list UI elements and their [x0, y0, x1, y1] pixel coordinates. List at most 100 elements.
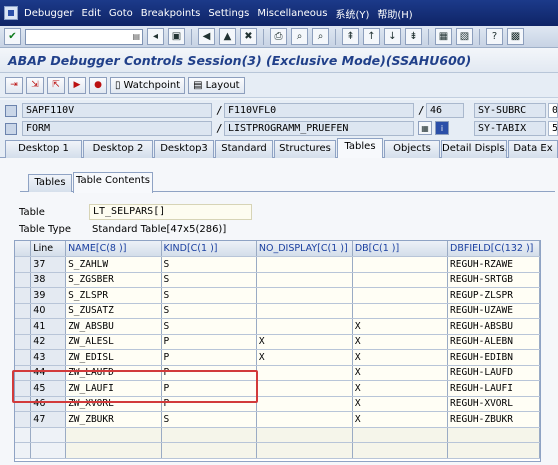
table-row[interactable]: 38 S_ZGSBER S REGUH-SRTGB [15, 272, 540, 288]
cell-dbfield[interactable]: REGUH-XVORL [447, 396, 540, 412]
cell-dbfield[interactable]: REGUH-EDIBN [447, 349, 540, 366]
history-dropdown-icon[interactable]: ◂ [147, 28, 164, 45]
cell-db[interactable]: X [352, 318, 449, 335]
menu-goto[interactable]: Goto [109, 8, 133, 19]
cell-dbfield[interactable]: REGUH-RZAWE [447, 256, 540, 273]
cell-no-display[interactable] [256, 411, 353, 428]
cell-dbfield[interactable]: REGUH-ZBUKR [447, 411, 540, 428]
find-next-icon[interactable]: ⌕ [312, 28, 329, 45]
tab-detail-displs[interactable]: Detail Displs. [441, 140, 507, 158]
back-icon[interactable]: ◀ [198, 28, 215, 45]
cell-name[interactable]: ZW_EDISL [65, 349, 162, 366]
cell-db[interactable] [352, 272, 449, 288]
tab-tables[interactable]: Tables [337, 138, 383, 159]
menu-breakpoints[interactable]: Breakpoints [141, 8, 201, 19]
last-page-icon[interactable]: ⇟ [405, 28, 422, 45]
row-selector[interactable] [15, 334, 32, 350]
cell-dbfield[interactable]: REGUP-ZLSPR [447, 287, 540, 304]
row-selector[interactable] [15, 287, 32, 304]
row-selector[interactable] [15, 303, 32, 319]
cell-db[interactable]: X [352, 411, 449, 428]
table-row[interactable]: 41 ZW_ABSBU S X REGUH-ABSBU [15, 318, 540, 335]
row-selector[interactable] [15, 256, 32, 273]
row-selector[interactable] [15, 349, 32, 366]
info-icon[interactable]: i [435, 121, 449, 135]
column-header-db[interactable]: DB[C(1 )] [352, 241, 449, 257]
cell-no-display[interactable]: X [256, 349, 353, 366]
menu-settings[interactable]: Settings [208, 8, 249, 19]
row-selector[interactable] [15, 411, 32, 428]
cell-name[interactable]: S_ZAHLW [65, 256, 162, 273]
find-icon[interactable]: ⌕ [291, 28, 308, 45]
tab-standard[interactable]: Standard [215, 140, 273, 158]
table-row[interactable]: 42 ZW_ALESL P X X REGUH-ALEBN [15, 334, 540, 350]
cell-dbfield[interactable]: REGUH-ALEBN [447, 334, 540, 350]
table-row[interactable]: 43 ZW_EDISL P X X REGUH-EDIBN [15, 349, 540, 366]
menu-edit[interactable]: Edit [82, 8, 101, 19]
cell-db[interactable]: X [352, 334, 449, 350]
column-header-name[interactable]: NAME[C(8 )] [65, 241, 162, 257]
table-row[interactable]: 37 S_ZAHLW S REGUH-RZAWE [15, 256, 540, 273]
cell-kind[interactable]: P [161, 349, 257, 366]
cell-no-display[interactable] [256, 256, 353, 273]
cell-kind[interactable]: S [161, 272, 257, 288]
row-selector-header[interactable] [15, 241, 32, 257]
menu-debugger[interactable]: Debugger [24, 8, 74, 19]
tab-desktop-2[interactable]: Desktop 2 [83, 140, 153, 158]
cell-dbfield[interactable]: REGUH-SRTGB [447, 272, 540, 288]
cell-no-display[interactable] [256, 287, 353, 304]
command-field[interactable]: ▤ [25, 28, 143, 45]
single-step-icon[interactable]: ⇥ [5, 76, 23, 94]
return-icon[interactable]: ⇱ [47, 76, 65, 94]
cell-name[interactable]: S_ZLSPR [65, 287, 162, 304]
subtab-table-contents[interactable]: Table Contents [73, 172, 153, 193]
new-session-icon[interactable]: ▦ [435, 28, 452, 45]
cell-kind[interactable]: S [161, 256, 257, 273]
cell-name[interactable]: S_ZUSATZ [65, 303, 162, 319]
tab-structures[interactable]: Structures [274, 140, 336, 158]
enter-icon[interactable]: ✔ [4, 28, 21, 45]
menu-miscellaneous[interactable]: Miscellaneous [257, 8, 327, 19]
row-selector[interactable] [15, 272, 32, 288]
stop-icon[interactable]: ● [89, 76, 107, 94]
cell-dbfield[interactable]: REGUH-LAUFD [447, 365, 540, 381]
menu-help[interactable]: 帮助(H) [377, 6, 412, 21]
cell-no-display[interactable] [256, 303, 353, 319]
cell-dbfield[interactable]: REGUH-LAUFI [447, 380, 540, 397]
cell-db[interactable] [352, 303, 449, 319]
cell-db[interactable] [352, 287, 449, 304]
cell-db[interactable]: X [352, 365, 449, 381]
subtab-tables[interactable]: Tables [28, 174, 72, 192]
cell-name[interactable]: S_ZGSBER [65, 272, 162, 288]
column-header-kind[interactable]: KIND[C(1 )] [161, 241, 257, 257]
cell-name[interactable]: ZW_ALESL [65, 334, 162, 350]
cell-kind[interactable]: S [161, 411, 257, 428]
cell-dbfield[interactable]: REGUH-ABSBU [447, 318, 540, 335]
help-icon[interactable]: ? [486, 28, 503, 45]
shortcut-icon[interactable]: ▧ [456, 28, 473, 45]
column-header-dbfield[interactable]: DBFIELD[C(132 )] [447, 241, 540, 257]
cell-kind[interactable]: P [161, 334, 257, 350]
cell-dbfield[interactable]: REGUH-UZAWE [447, 303, 540, 319]
continue-icon[interactable]: ▶ [68, 76, 86, 94]
first-page-icon[interactable]: ⇞ [342, 28, 359, 45]
sap-menu-icon[interactable] [4, 6, 18, 20]
table-name-input[interactable]: LT_SELPARS[] [89, 204, 252, 220]
menu-system[interactable]: 系统(Y) [335, 6, 369, 21]
tab-data-explorer[interactable]: Data Ex [508, 140, 558, 158]
cell-no-display[interactable] [256, 365, 353, 381]
previous-page-icon[interactable]: ↑ [363, 28, 380, 45]
customize-layout-icon[interactable]: ▩ [507, 28, 524, 45]
execute-icon[interactable]: ⇲ [26, 76, 44, 94]
cell-no-display[interactable] [256, 272, 353, 288]
table-row[interactable]: 47 ZW_ZBUKR S X REGUH-ZBUKR [15, 411, 540, 428]
cell-db[interactable]: X [352, 380, 449, 397]
layout-button[interactable]: ▤ Layout [188, 76, 245, 94]
cell-no-display[interactable] [256, 396, 353, 412]
print-icon[interactable]: ⎙ [270, 28, 287, 45]
cell-no-display[interactable] [256, 318, 353, 335]
save-icon[interactable]: ▣ [168, 28, 185, 45]
cell-db[interactable]: X [352, 396, 449, 412]
cell-no-display[interactable]: X [256, 334, 353, 350]
table-row[interactable]: 39 S_ZLSPR S REGUP-ZLSPR [15, 287, 540, 304]
